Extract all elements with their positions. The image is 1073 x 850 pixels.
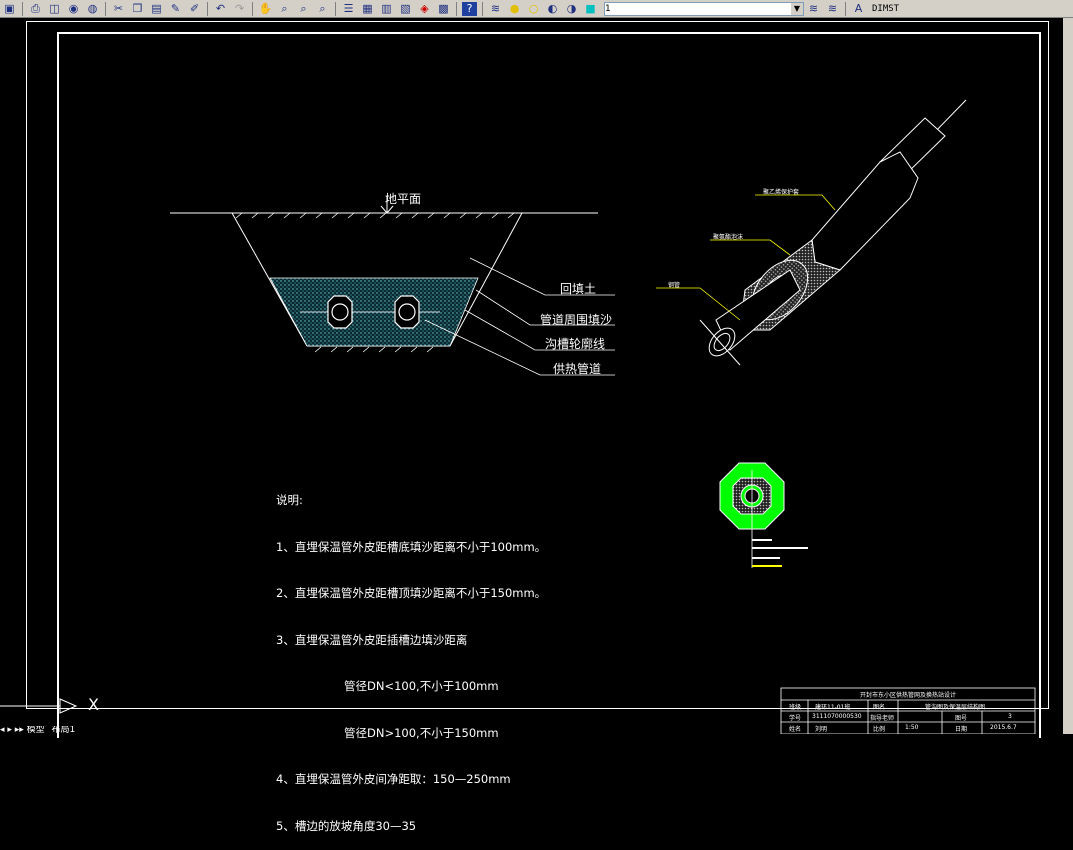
tab-nav-icon[interactable]: ◂ ▸ ▸▸ xyxy=(0,726,27,734)
pipe-tag-jacket: 聚乙烯保护套 xyxy=(763,189,800,196)
ground-label: 地平面 xyxy=(385,192,422,206)
ucs-icon xyxy=(0,698,78,714)
pipe-cross-section xyxy=(719,462,808,568)
layout-tabs: ◂ ▸ ▸▸ 模型 布局1 xyxy=(0,726,200,734)
tb-drawing-name-value: 管沟图及保温层结构图 xyxy=(925,704,986,711)
callout-trench-outline: 沟槽轮廓线 xyxy=(545,337,606,351)
callout-heating-pipe: 供热管道 xyxy=(553,362,602,376)
callout-sand: 管道周围填沙 xyxy=(540,313,613,327)
ucs-x-label: X xyxy=(88,695,99,714)
callout-backfill: 回填土 xyxy=(560,282,597,296)
tb-advisor-label: 指导老师 xyxy=(870,715,895,722)
tb-project: 开封市东小区供热管网及换热站设计 xyxy=(860,692,957,699)
note-3: 3、直埋保温管外皮距插槽边填沙距离 xyxy=(276,632,468,647)
note-3a: 管径DN<100,不小于100mm xyxy=(344,679,499,693)
design-notes: 说明: 1、直埋保温管外皮距槽底填沙距离不小于100mm。 2、直埋保温管外皮距… xyxy=(276,462,546,850)
tb-scale-value: 1:50 xyxy=(905,724,919,731)
pipe-tag-foam: 聚氨酯泡沫 xyxy=(713,234,744,241)
tab-layout1[interactable]: 布局1 xyxy=(52,726,76,734)
tb-id-label: 学号 xyxy=(789,715,802,722)
note-3b: 管径DN>100,不小于150mm xyxy=(344,725,499,740)
notes-title: 说明: xyxy=(276,493,303,507)
tb-id-value: 3111070000530 xyxy=(812,713,862,720)
tb-class-label: 班级 xyxy=(789,704,802,711)
tb-name-value: 刘明 xyxy=(815,726,828,733)
tab-model[interactable]: 模型 xyxy=(27,726,45,734)
tb-drawing-name-label: 图名 xyxy=(873,704,886,711)
note-4: 4、直埋保温管外皮间净距取：150—250mm xyxy=(276,772,511,786)
tb-sheet-label: 图号 xyxy=(955,715,968,722)
note-1: 1、直埋保温管外皮距槽底填沙距离不小于100mm。 xyxy=(276,539,547,554)
note-5: 5、槽边的放坡角度30—35 xyxy=(276,818,417,833)
pipe-tag-steel: 钢管 xyxy=(668,282,681,289)
tb-scale-label: 比例 xyxy=(873,726,886,733)
tb-date-value: 2015.6.7 xyxy=(990,724,1017,731)
tb-sheet-value: 3 xyxy=(1008,713,1012,720)
tb-class-value: 建环11-01班 xyxy=(815,704,851,711)
tb-name-label: 姓名 xyxy=(789,726,802,733)
note-2: 2、直埋保温管外皮距槽顶填沙距离不小于150mm。 xyxy=(276,586,547,600)
tb-date-label: 日期 xyxy=(955,726,968,733)
